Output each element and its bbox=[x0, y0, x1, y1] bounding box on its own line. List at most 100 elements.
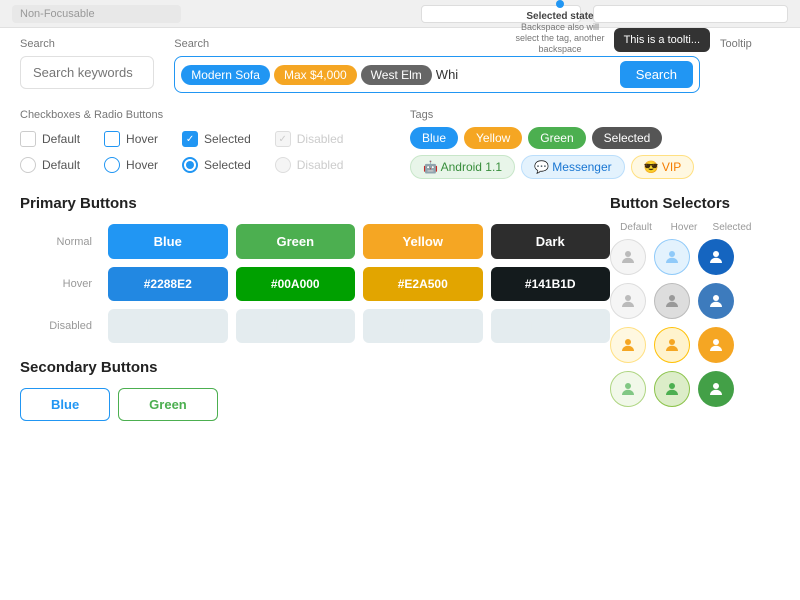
page: Search Search Selected state Backspace a… bbox=[0, 0, 800, 600]
tooltip-container: This is a toolti... bbox=[614, 28, 710, 52]
tag-blue[interactable]: Blue bbox=[410, 127, 458, 149]
tooltip-label: Tooltip bbox=[720, 38, 780, 50]
checkbox-default-icon[interactable] bbox=[20, 131, 36, 147]
bs-avatar-4-hover[interactable] bbox=[654, 371, 690, 407]
search-text-input[interactable] bbox=[436, 67, 612, 82]
normal-label: Normal bbox=[20, 236, 100, 248]
cb-default-label: Default bbox=[42, 132, 80, 146]
bs-avatar-1-default[interactable] bbox=[610, 239, 646, 275]
tag-yellow[interactable]: Yellow bbox=[464, 127, 522, 149]
bs-avatar-1-selected[interactable] bbox=[698, 239, 734, 275]
btn-dark-hover[interactable]: #141B1D bbox=[491, 267, 611, 301]
tags-chips-row: Blue Yellow Green Selected bbox=[410, 127, 780, 149]
btn-dark-normal[interactable]: Dark bbox=[491, 224, 611, 259]
lower-section: Primary Buttons Normal Blue Green Yellow… bbox=[20, 195, 780, 421]
radio-default-icon[interactable] bbox=[20, 157, 36, 173]
button-selectors-section: Button Selectors Default Hover Selected bbox=[610, 195, 780, 421]
tag-modern-sofa[interactable]: Modern Sofa bbox=[181, 65, 270, 85]
radio-default: Default bbox=[20, 157, 80, 173]
tag-vip[interactable]: 😎 VIP bbox=[631, 155, 695, 179]
bs-header-hover: Hover bbox=[662, 222, 706, 233]
btn-green-hover[interactable]: #00A000 bbox=[236, 267, 356, 301]
top-bar bbox=[0, 0, 800, 28]
cb-disabled: ✓ Disabled bbox=[275, 131, 344, 147]
disabled-label: Disabled bbox=[20, 320, 100, 332]
radio-row: Default Hover Selected Disabled bbox=[20, 157, 390, 173]
btn-blue-disabled: #E4ECEF bbox=[108, 309, 228, 343]
radio-disabled: Disabled bbox=[275, 157, 344, 173]
checkbox-hover-icon[interactable] bbox=[104, 131, 120, 147]
bs-avatar-3-selected[interactable] bbox=[698, 327, 734, 363]
checkbox-selected-icon[interactable]: ✓ bbox=[182, 131, 198, 147]
cb-default: Default bbox=[20, 131, 80, 147]
search-row: Search Search Selected state Backspace a… bbox=[20, 38, 780, 93]
primary-buttons-title: Primary Buttons bbox=[20, 195, 610, 212]
search-label-left: Search bbox=[20, 38, 154, 50]
tag-max-price[interactable]: Max $4,000 bbox=[274, 65, 357, 85]
tags-chips-row-2: 🤖 Android 1.1 💬 Messenger 😎 VIP bbox=[410, 155, 780, 179]
search-button[interactable]: Search bbox=[620, 61, 693, 88]
tooltip-section-label-area: Tooltip bbox=[720, 38, 780, 93]
bs-row-2 bbox=[610, 283, 780, 319]
btn-sec-blue[interactable]: Blue bbox=[20, 388, 110, 421]
search-tags-box: Modern Sofa Max $4,000 West Elm Search bbox=[174, 56, 700, 93]
tags-section: Tags Blue Yellow Green Selected 🤖 Androi… bbox=[410, 109, 780, 183]
bs-avatar-2-selected[interactable] bbox=[698, 283, 734, 319]
bs-header-default: Default bbox=[614, 222, 658, 233]
bs-row-4 bbox=[610, 371, 780, 407]
top-input-3[interactable] bbox=[593, 5, 788, 23]
top-input-1[interactable] bbox=[12, 5, 181, 23]
tags-label: Tags bbox=[410, 109, 780, 121]
cb-selected-label: Selected bbox=[204, 132, 251, 146]
radio-disabled-label: Disabled bbox=[297, 158, 344, 172]
radio-selected-icon[interactable] bbox=[182, 157, 198, 173]
hover-label: Hover bbox=[20, 278, 100, 290]
cb-hover: Hover bbox=[104, 131, 158, 147]
bs-avatar-4-default[interactable] bbox=[610, 371, 646, 407]
radio-hover-label: Hover bbox=[126, 158, 158, 172]
btn-dark-disabled: #E4ECEF bbox=[491, 309, 611, 343]
bs-row-1 bbox=[610, 239, 780, 275]
radio-hover-icon[interactable] bbox=[104, 157, 120, 173]
secondary-buttons-section: Secondary Buttons Blue Green bbox=[20, 359, 610, 421]
bs-column-headers: Default Hover Selected bbox=[610, 222, 780, 233]
tag-selected[interactable]: Selected bbox=[592, 127, 663, 149]
btn-yellow-hover[interactable]: #E2A500 bbox=[363, 267, 483, 301]
tooltip-bubble: This is a toolti... bbox=[614, 28, 710, 52]
content-wrapper: Search Search Selected state Backspace a… bbox=[0, 28, 800, 431]
tag-green[interactable]: Green bbox=[528, 127, 585, 149]
search-input-plain[interactable] bbox=[20, 56, 154, 89]
btn-green-disabled: #E4ECEF bbox=[236, 309, 356, 343]
cb-disabled-label: Disabled bbox=[297, 132, 344, 146]
bs-avatar-2-hover[interactable] bbox=[654, 283, 690, 319]
checkbox-row: Default Hover ✓ Selected ✓ Disabled bbox=[20, 131, 390, 147]
tag-west-elm[interactable]: West Elm bbox=[361, 65, 432, 85]
lower-left: Primary Buttons Normal Blue Green Yellow… bbox=[20, 195, 610, 421]
button-selectors-title: Button Selectors bbox=[610, 195, 780, 212]
btn-green-normal[interactable]: Green bbox=[236, 224, 356, 259]
bs-avatar-2-default[interactable] bbox=[610, 283, 646, 319]
bs-avatar-4-selected[interactable] bbox=[698, 371, 734, 407]
cb-selected: ✓ Selected bbox=[182, 131, 251, 147]
search-section-left: Search bbox=[20, 38, 154, 93]
bs-row-3 bbox=[610, 327, 780, 363]
bs-avatar-3-hover[interactable] bbox=[654, 327, 690, 363]
btn-blue-normal[interactable]: Blue bbox=[108, 224, 228, 259]
selected-state-indicator: Selected state Backspace also will selec… bbox=[510, 0, 610, 54]
cb-tags-row: Checkboxes & Radio Buttons Default Hover… bbox=[20, 109, 780, 183]
radio-selected-label: Selected bbox=[204, 158, 251, 172]
bs-avatar-3-default[interactable] bbox=[610, 327, 646, 363]
search-section-right: Search Selected state Backspace also wil… bbox=[174, 38, 700, 93]
radio-disabled-icon bbox=[275, 157, 291, 173]
btn-sec-green[interactable]: Green bbox=[118, 388, 218, 421]
btn-yellow-normal[interactable]: Yellow bbox=[363, 224, 483, 259]
primary-buttons-section: Primary Buttons Normal Blue Green Yellow… bbox=[20, 195, 610, 343]
tag-android[interactable]: 🤖 Android 1.1 bbox=[410, 155, 515, 179]
bs-header-selected: Selected bbox=[710, 222, 754, 233]
cb-hover-label: Hover bbox=[126, 132, 158, 146]
btn-blue-hover[interactable]: #2288E2 bbox=[108, 267, 228, 301]
tag-messenger[interactable]: 💬 Messenger bbox=[521, 155, 625, 179]
bs-avatar-1-hover[interactable] bbox=[654, 239, 690, 275]
selected-state-desc: Backspace also will select the tag, anot… bbox=[510, 22, 610, 54]
secondary-btns-row: Blue Green bbox=[20, 388, 610, 421]
